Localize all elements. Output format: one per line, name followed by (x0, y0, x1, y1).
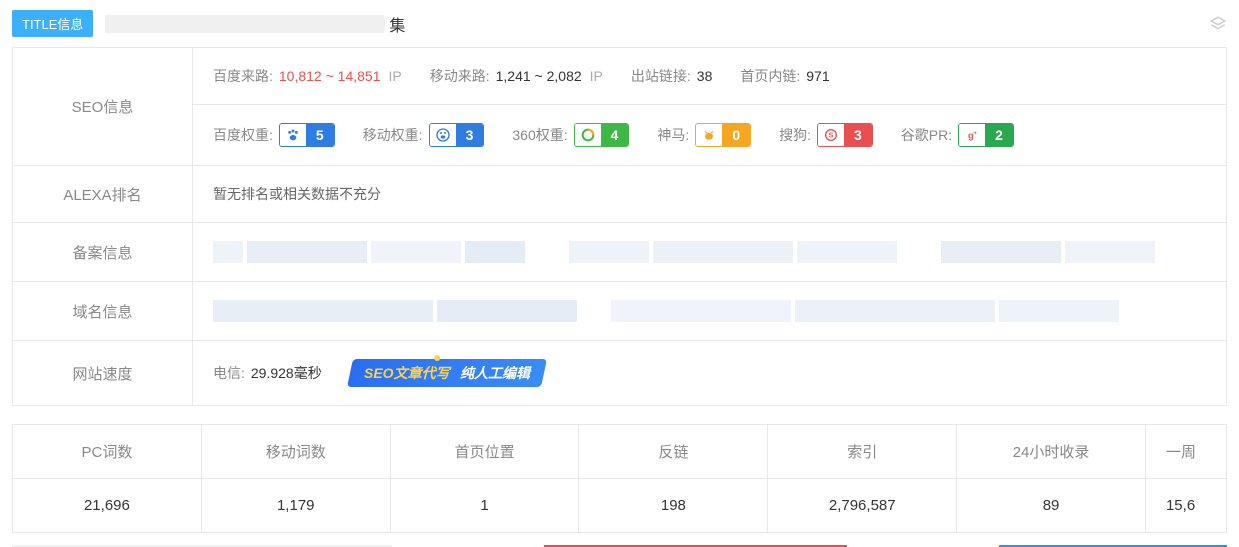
stat-col-mobile-words[interactable]: 移动词数 1,179 (202, 425, 391, 532)
stat-col-homepage-pos[interactable]: 首页位置 1 (391, 425, 580, 532)
shenma-icon (696, 124, 722, 146)
baidu-weight: 百度权重: 5 (213, 123, 335, 147)
promo-right-text: 纯人工编辑 (459, 363, 529, 383)
stats-table: PC词数 21,696 移动词数 1,179 首页位置 1 反链 198 索引 … (12, 424, 1227, 533)
alexa-row: ALEXA排名 暂无排名或相关数据不充分 (13, 166, 1226, 223)
baidu-weight-badge[interactable]: 5 (279, 123, 335, 147)
seo-traffic-row: 百度来路: 10,812 ~ 14,851 IP 移动来路: 1,241 ~ 2… (193, 48, 1226, 105)
stat-col-pc-words[interactable]: PC词数 21,696 (13, 425, 202, 532)
s360-weight: 360权重: 4 (512, 123, 629, 147)
stat-col-24h[interactable]: 24小时收录 89 (957, 425, 1146, 532)
header-bar: TITLE信息 集 (0, 0, 1239, 47)
beian-redacted (213, 241, 1206, 263)
shenma-weight: 神马: 0 (657, 123, 751, 147)
alexa-label: ALEXA排名 (13, 166, 193, 222)
sogou-icon: S (818, 124, 844, 146)
svg-text:S: S (829, 131, 834, 140)
s360-weight-badge[interactable]: 4 (574, 123, 630, 147)
info-table: SEO信息 百度来路: 10,812 ~ 14,851 IP 移动来路: 1,2… (12, 47, 1227, 406)
sogou-weight: 搜狗: S 3 (779, 123, 873, 147)
stat-col-backlinks[interactable]: 反链 198 (579, 425, 768, 532)
stat-col-index[interactable]: 索引 2,796,587 (768, 425, 957, 532)
baidu-mobile-icon (430, 124, 456, 146)
title-info-badge: TITLE信息 (12, 10, 93, 37)
sogou-weight-badge[interactable]: S 3 (817, 123, 873, 147)
mobile-weight: 移动权重: 3 (363, 123, 485, 147)
layers-icon[interactable] (1209, 15, 1227, 33)
seo-promo-banner[interactable]: SEO文章代写 纯人工编辑 (347, 359, 547, 387)
domain-label: 域名信息 (13, 282, 193, 340)
promo-left-text: SEO文章代写 (364, 363, 450, 383)
speed-row: 网站速度 电信: 29.928毫秒 SEO文章代写 纯人工编辑 (13, 341, 1226, 405)
google-pr-badge[interactable]: g+ 2 (958, 123, 1014, 147)
alexa-value: 暂无排名或相关数据不充分 (213, 184, 381, 204)
stat-col-week[interactable]: 一周 15,6 (1146, 425, 1226, 532)
title-suffix: 集 (389, 12, 405, 36)
google-pr: 谷歌PR: g+ 2 (901, 123, 1014, 147)
seo-info-label: SEO信息 (13, 48, 193, 165)
seo-weights-row: 百度权重: 5 移动权重: 3 360权重: (193, 105, 1226, 165)
homepage-inlinks: 首页内链: 971 (740, 66, 829, 86)
svg-text:+: + (973, 131, 977, 137)
s360-icon (575, 124, 601, 146)
beian-label: 备案信息 (13, 223, 193, 281)
baidu-paw-icon (280, 124, 306, 146)
outbound-links: 出站链接: 38 (631, 66, 712, 86)
speed-label: 网站速度 (13, 341, 193, 405)
domain-row: 域名信息 (13, 282, 1226, 341)
redacted-title (105, 15, 385, 33)
mobile-weight-badge[interactable]: 3 (429, 123, 485, 147)
beian-row: 备案信息 (13, 223, 1226, 282)
mobile-traffic: 移动来路: 1,241 ~ 2,082 IP (430, 66, 603, 86)
seo-info-row: SEO信息 百度来路: 10,812 ~ 14,851 IP 移动来路: 1,2… (13, 48, 1226, 166)
shenma-weight-badge[interactable]: 0 (695, 123, 751, 147)
domain-redacted (213, 300, 1206, 322)
speed-telecom: 电信: 29.928毫秒 (213, 363, 322, 383)
baidu-traffic: 百度来路: 10,812 ~ 14,851 IP (213, 66, 402, 86)
google-icon: g+ (959, 124, 985, 146)
